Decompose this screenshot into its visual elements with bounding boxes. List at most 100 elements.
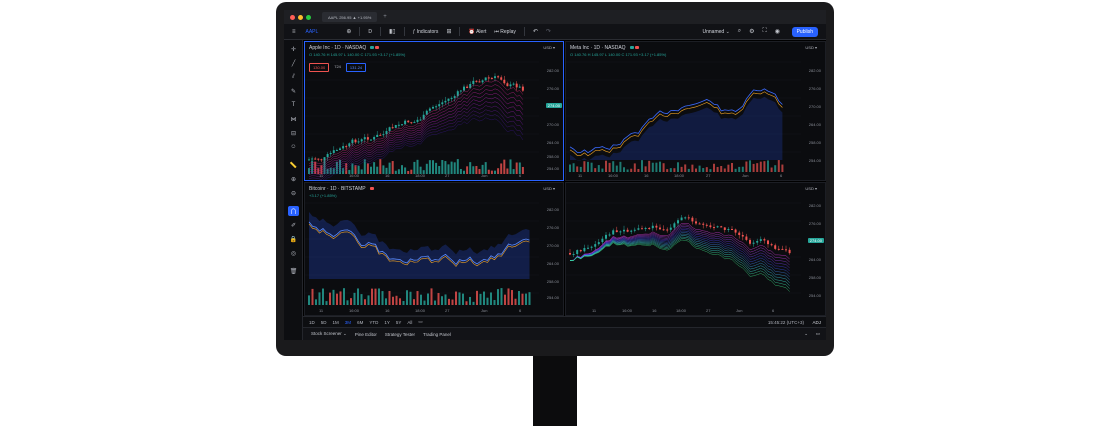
timeframe-1m[interactable]: 1M bbox=[333, 320, 339, 325]
time-axis[interactable]: 11 16:00 16 18:00 27 Jun 6 bbox=[305, 308, 539, 314]
hide-drawings-icon[interactable]: ◎ bbox=[288, 248, 299, 258]
chart-pane-meta[interactable]: Meta Inc · 1D · NASDAQ O 140.76 H 145.97… bbox=[565, 41, 826, 181]
price-tick: 276.00 bbox=[546, 86, 559, 91]
redo-icon[interactable]: ↷ bbox=[546, 28, 551, 35]
text-tool-icon[interactable]: T bbox=[288, 100, 299, 110]
undo-icon[interactable]: ↶ bbox=[533, 28, 538, 35]
timeframe-5d[interactable]: 5D bbox=[321, 320, 327, 325]
trash-icon[interactable]: 🗑 bbox=[288, 266, 299, 276]
indicators-button[interactable]: ƒ Indicators bbox=[413, 29, 439, 35]
buy-button[interactable]: 131.24 bbox=[345, 63, 367, 72]
ruler-icon[interactable]: 📏 bbox=[288, 160, 299, 170]
zoom-in-icon[interactable]: ⊕ bbox=[288, 174, 299, 184]
timeframe-6m[interactable]: 6M bbox=[357, 320, 363, 325]
time-axis[interactable]: 11 16:00 16 18:00 27 Jun 6 bbox=[566, 308, 801, 314]
price-axis[interactable]: 282.00 276.00 270.00 264.00 258.00 254.0… bbox=[801, 183, 825, 315]
close-window-icon[interactable] bbox=[290, 14, 295, 20]
candle-body bbox=[370, 139, 372, 141]
candle-body bbox=[484, 77, 487, 81]
time-tick: 6 bbox=[519, 173, 522, 178]
search-icon[interactable]: ⌕ bbox=[738, 28, 741, 35]
magnet-icon[interactable]: ⋂ bbox=[288, 206, 299, 216]
menu-icon[interactable]: ≡ bbox=[292, 29, 296, 35]
sell-button[interactable]: 130.00 bbox=[309, 63, 330, 72]
replay-button[interactable]: ⏮ Replay bbox=[494, 29, 515, 35]
timeframe-3m[interactable]: 3M bbox=[345, 320, 351, 325]
pattern-tool-icon[interactable]: ⋈ bbox=[288, 114, 299, 124]
candle-body bbox=[447, 98, 450, 101]
fib-tool-icon[interactable]: ⫽ bbox=[288, 72, 299, 82]
crosshair-icon[interactable]: ✛ bbox=[288, 44, 299, 54]
lock-icon[interactable]: 🔒 bbox=[288, 234, 299, 244]
time-tick: 18:00 bbox=[676, 308, 687, 313]
strategy-tester-tab[interactable]: Strategy Tester bbox=[385, 332, 415, 337]
interval-button[interactable]: D bbox=[368, 29, 372, 35]
symbol-search[interactable]: AAPL bbox=[306, 29, 319, 35]
date-range-icon[interactable]: ▭ bbox=[418, 319, 422, 325]
price-axis[interactable]: 282.00 276.00 270.00 264.00 258.00 254.0… bbox=[539, 183, 563, 315]
price-axis[interactable]: 282.00 276.00 270.00 264.00 258.00 254.0… bbox=[539, 42, 563, 180]
time-axis[interactable]: 11 16:00 16 18:00 27 Jun 6 bbox=[566, 173, 801, 179]
volume-bar bbox=[500, 288, 503, 305]
volume-bar bbox=[590, 162, 593, 172]
maximize-window-icon[interactable] bbox=[306, 14, 311, 20]
forecast-tool-icon[interactable]: ⊟ bbox=[288, 128, 299, 138]
stock-screener-label: Stock Screener bbox=[311, 331, 342, 336]
time-tick: 16:00 bbox=[349, 173, 360, 178]
volume-bar bbox=[357, 288, 359, 305]
time-tick: 27 bbox=[706, 173, 711, 178]
toolbar-divider bbox=[523, 27, 525, 36]
timeframe-1d[interactable]: 1D bbox=[309, 320, 315, 325]
candle-body bbox=[723, 227, 726, 230]
stay-drawing-icon[interactable]: ✐ bbox=[288, 220, 299, 230]
timeframe-all[interactable]: All bbox=[407, 320, 412, 325]
publish-button[interactable]: Publish bbox=[791, 27, 818, 37]
volume-bar bbox=[569, 164, 571, 172]
browser-tab[interactable]: AAPL 256.95 ▲ +1.95% bbox=[322, 12, 378, 22]
chart-pane-bitcoin[interactable]: Bitcoinr · 1D · BITSTAMP +3.17 (+1.85%) … bbox=[304, 182, 564, 316]
volume-bar bbox=[458, 292, 461, 305]
volume-bar bbox=[441, 296, 443, 305]
compare-add-icon[interactable]: ⊕ bbox=[346, 28, 351, 35]
volume-bar bbox=[759, 161, 762, 172]
timeframe-5y[interactable]: 5Y bbox=[396, 320, 402, 325]
alert-button[interactable]: ⏰ Alert bbox=[468, 29, 486, 35]
candle-body bbox=[662, 229, 665, 231]
brush-icon[interactable]: ✎ bbox=[288, 86, 299, 96]
fullscreen-icon[interactable]: ⛶ bbox=[763, 28, 767, 35]
adj-toggle[interactable]: ADJ bbox=[812, 320, 821, 325]
maximize-panel-icon[interactable]: ▭ bbox=[816, 331, 820, 337]
candle-body bbox=[500, 77, 503, 80]
collapse-panel-icon[interactable]: ⌄ bbox=[804, 331, 808, 337]
volume-bar bbox=[615, 165, 618, 172]
templates-icon[interactable]: ⊞ bbox=[446, 28, 451, 35]
volume-bar bbox=[509, 159, 512, 174]
volume-bar bbox=[594, 168, 597, 172]
timeframe-1y[interactable]: 1Y bbox=[384, 320, 390, 325]
settings-gear-icon[interactable]: ⚙ bbox=[749, 28, 754, 35]
layout-name-button[interactable]: Unnamed ⌄ bbox=[703, 29, 730, 35]
candle-body bbox=[478, 81, 481, 83]
camera-snapshot-icon[interactable]: ◉ bbox=[775, 28, 780, 35]
clock-timezone[interactable]: 15:45:22 (UTC+3) bbox=[768, 320, 804, 325]
chart-pane-ribbon[interactable]: USD ▾ 282.00 276.00 270.00 264.00 258.00… bbox=[565, 182, 826, 316]
stock-screener-tab[interactable]: Stock Screener ⌄ bbox=[311, 331, 347, 337]
minimize-window-icon[interactable] bbox=[298, 14, 303, 20]
candle-body bbox=[605, 234, 607, 239]
price-tick: 258.00 bbox=[808, 140, 821, 145]
chart-type-icon[interactable]: ▮▯ bbox=[389, 28, 396, 35]
timeframe-ytd[interactable]: YTD bbox=[369, 320, 378, 325]
chart-pane-apple[interactable]: Apple Inc · 1D · NASDAQ O 140.76 H 145.9… bbox=[304, 41, 564, 181]
pane-status-badges bbox=[629, 45, 640, 51]
trend-line-icon[interactable]: ╱ bbox=[288, 58, 299, 68]
pine-editor-tab[interactable]: Pine Editor bbox=[355, 332, 377, 337]
trading-panel-tab[interactable]: Trading Panel bbox=[423, 332, 451, 337]
time-axis[interactable]: 11 16:00 16 18:00 27 Jun 6 bbox=[305, 173, 539, 179]
volume-bar bbox=[428, 160, 431, 174]
zoom-out-icon[interactable]: ⊖ bbox=[288, 188, 299, 198]
candle-body bbox=[713, 227, 715, 229]
icon-tool-icon[interactable]: ☺ bbox=[288, 142, 299, 152]
new-tab-button[interactable]: + bbox=[383, 14, 387, 20]
price-axis[interactable]: 282.00 276.00 270.00 264.00 258.00 254.0… bbox=[801, 42, 825, 180]
candle-body bbox=[475, 80, 478, 82]
